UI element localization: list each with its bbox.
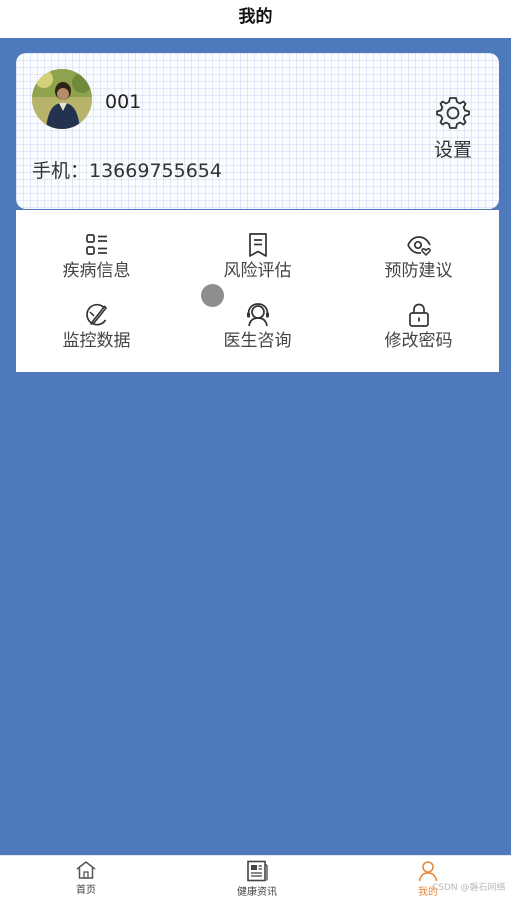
settings-button[interactable]: 设置 <box>428 95 478 162</box>
menu-item-monitoring-data[interactable]: 监控数据 <box>16 302 177 351</box>
settings-label: 设置 <box>433 139 472 161</box>
menu-item-prevention-advice[interactable]: 预防建议 <box>338 232 499 281</box>
top-bar: 我的 <box>0 0 511 38</box>
watermark: CSDN @磐石网络 <box>432 883 506 893</box>
phone-number: 手机：13669755654 <box>32 160 222 182</box>
gear-icon <box>436 97 470 129</box>
menu-item-disease-info[interactable]: 疾病信息 <box>16 232 177 281</box>
pen-chart-icon <box>85 303 107 326</box>
document-icon <box>248 233 267 257</box>
menu-item-label: 疾病信息 <box>62 261 131 281</box>
menu-item-label: 风险评估 <box>223 261 292 281</box>
tab-label: 健康资讯 <box>237 887 277 898</box>
doctor-icon <box>246 303 269 327</box>
menu-item-risk-assessment[interactable]: 风险评估 <box>177 232 338 281</box>
tab-health-news[interactable]: 健康资讯 <box>217 860 297 898</box>
news-icon <box>247 860 268 882</box>
tab-label: 首页 <box>76 885 96 896</box>
menu-item-label: 医生咨询 <box>223 331 292 351</box>
home-icon <box>76 861 96 879</box>
menu-item-label: 修改密码 <box>384 331 453 351</box>
person-icon <box>418 861 438 882</box>
list-icon <box>85 234 107 255</box>
lock-icon <box>408 303 429 327</box>
tab-home[interactable]: 首页 <box>46 860 126 896</box>
profile-card: 001 手机：13669755654 设置 <box>16 53 499 209</box>
page-title: 我的 <box>238 6 273 27</box>
username: 001 <box>105 91 142 113</box>
menu-item-doctor-consultation[interactable]: 医生咨询 <box>177 302 338 351</box>
eye-heart-icon <box>406 236 431 256</box>
avatar[interactable] <box>32 69 92 129</box>
feature-menu: 疾病信息 风险评估 预防建议 监控数据 医生咨询 修改密码 <box>16 210 499 372</box>
menu-item-label: 预防建议 <box>384 261 453 281</box>
menu-item-change-password[interactable]: 修改密码 <box>338 302 499 351</box>
menu-item-label: 监控数据 <box>62 331 131 351</box>
touch-indicator <box>201 284 224 307</box>
